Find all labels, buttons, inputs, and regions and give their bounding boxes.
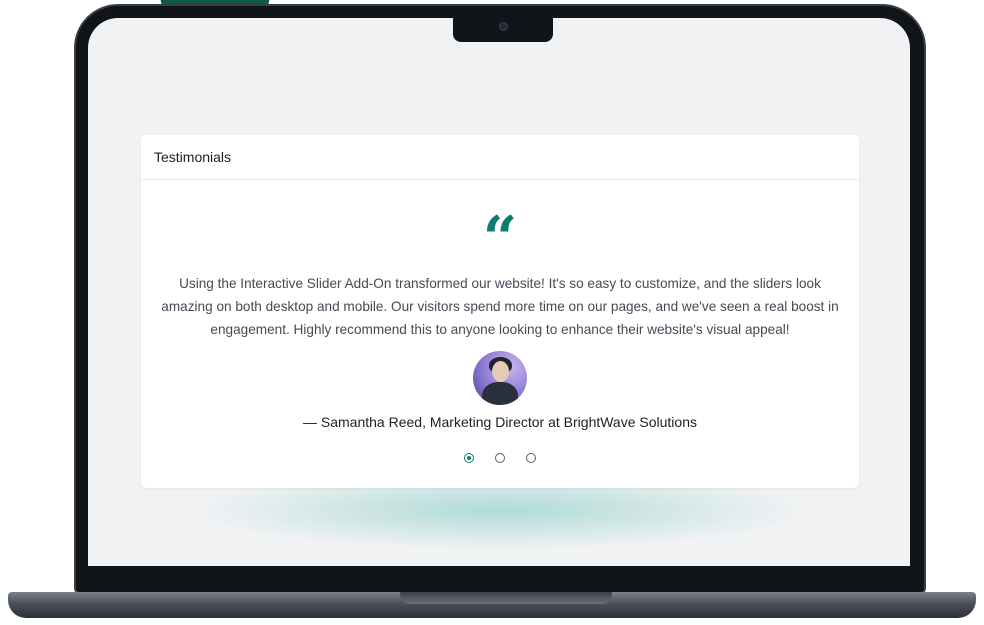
card-header: Testimonials [141, 135, 859, 180]
laptop-base-notch [400, 592, 612, 604]
pagination-dot-2[interactable] [495, 453, 505, 463]
card-title: Testimonials [154, 149, 232, 165]
slider-pagination [464, 453, 536, 467]
pagination-dot-1[interactable] [464, 453, 474, 463]
avatar [473, 351, 527, 405]
camera-icon [499, 22, 508, 31]
testimonials-card: Testimonials “ Using the Interactive Sli… [141, 135, 859, 488]
laptop-base [8, 592, 976, 618]
testimonial-author: — Samantha Reed, Marketing Director at B… [303, 414, 697, 430]
testimonial-text: Using the Interactive Slider Add-On tran… [161, 276, 839, 337]
pagination-dot-3[interactable] [526, 453, 536, 463]
quote-open-icon: “ [482, 209, 518, 253]
camera-notch [453, 14, 553, 42]
